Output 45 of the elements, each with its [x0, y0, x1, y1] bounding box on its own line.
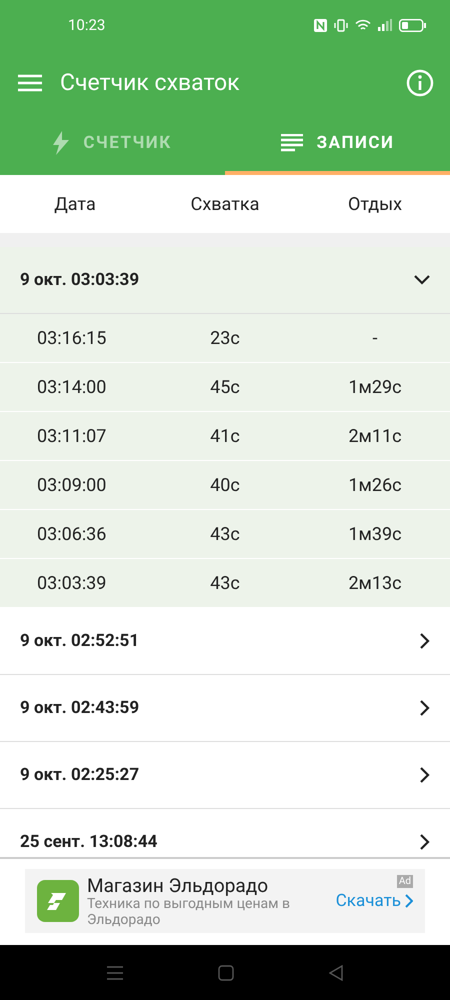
lightning-icon [53, 131, 70, 155]
chevron-right-icon [420, 633, 430, 649]
ad-title: Магазин Эльдорадо [87, 874, 270, 898]
table-cell-text: 2м13с [347, 572, 403, 594]
table-cell-text: 03:09:00 [36, 474, 108, 496]
table-cell-text: 1м26с [347, 474, 403, 496]
ad-description: Техника по выгодным ценам в Эльдорадо [87, 897, 292, 928]
table-cell-text: 43с [209, 572, 241, 594]
wifi-icon [355, 18, 371, 32]
status-time: 10:23 [68, 16, 106, 34]
home-icon[interactable] [218, 964, 234, 980]
table-cell-text: - [372, 328, 378, 348]
table-cell-text: 03:03:39 [36, 572, 108, 594]
table-cell-text: 03:11:07 [36, 426, 108, 446]
info-icon[interactable] [406, 68, 434, 96]
table-cell-text: 45с [209, 376, 241, 398]
table-cell-text: 1м29с [347, 376, 403, 398]
group-header[interactable]: 9 окт. 03:03:39 [0, 247, 450, 314]
chevron-right-icon [405, 894, 413, 908]
column-header: Схватка [190, 194, 260, 214]
column-header: Отдых [346, 194, 404, 214]
battery-icon [399, 18, 426, 32]
chevron-right-icon [420, 767, 430, 783]
table-cell-text: 03:16:15 [36, 328, 108, 348]
table-cell-text: 41с [209, 426, 241, 446]
app-title: Счетчик схваток [60, 69, 241, 96]
chevron-right-icon [420, 834, 430, 850]
table-cell-text: 03:06:36 [36, 524, 108, 544]
table-cell-text: 1м39с [347, 524, 403, 544]
table-cell-text: 2м11с [347, 426, 403, 446]
chevron-down-icon [414, 275, 430, 285]
table-cell-text: 03:14:00 [36, 376, 108, 398]
ad-badge: Ad [396, 875, 413, 888]
table-cell-text: 43с [209, 524, 241, 544]
signal-icon [378, 19, 392, 31]
chevron-right-icon [420, 700, 430, 716]
nfc-icon [314, 18, 327, 32]
table-cell-text: 23с [209, 328, 241, 348]
table-cell-text: 40с [209, 474, 241, 496]
list-icon [280, 134, 303, 152]
app-logo-icon [37, 880, 79, 922]
column-header: Дата [53, 194, 97, 214]
vibrate-icon [334, 18, 348, 32]
back-icon[interactable] [328, 964, 343, 980]
menu-icon[interactable] [107, 966, 124, 980]
